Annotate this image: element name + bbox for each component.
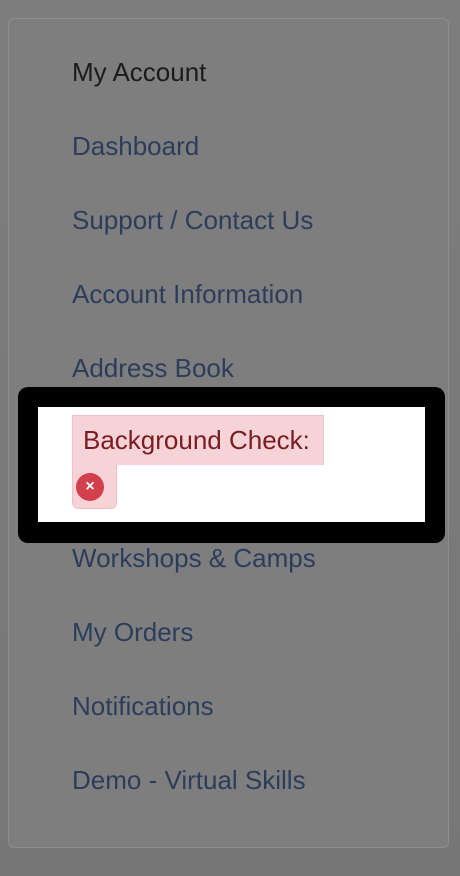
background-check-badge[interactable]: Background Check: — [72, 415, 324, 465]
highlight-inner: Background Check: × — [38, 407, 425, 522]
menu-item-demo-virtual-skills[interactable]: Demo - Virtual Skills — [72, 764, 306, 796]
highlight-frame: Background Check: × — [18, 387, 445, 543]
menu-item-notifications[interactable]: Notifications — [72, 690, 214, 722]
menu-item-workshops-camps[interactable]: Workshops & Camps — [72, 542, 316, 574]
menu-item-dashboard[interactable]: Dashboard — [72, 130, 199, 162]
menu-item-support-contact[interactable]: Support / Contact Us — [72, 204, 313, 236]
menu-item-account-information[interactable]: Account Information — [72, 278, 303, 310]
page: My Account Dashboard Support / Contact U… — [0, 0, 460, 876]
error-x-icon: × — [76, 473, 104, 501]
menu-heading: My Account — [72, 57, 207, 87]
background-check-status-box: × — [72, 464, 117, 509]
menu-item-my-orders[interactable]: My Orders — [72, 616, 193, 648]
menu-item-address-book[interactable]: Address Book — [72, 352, 234, 384]
